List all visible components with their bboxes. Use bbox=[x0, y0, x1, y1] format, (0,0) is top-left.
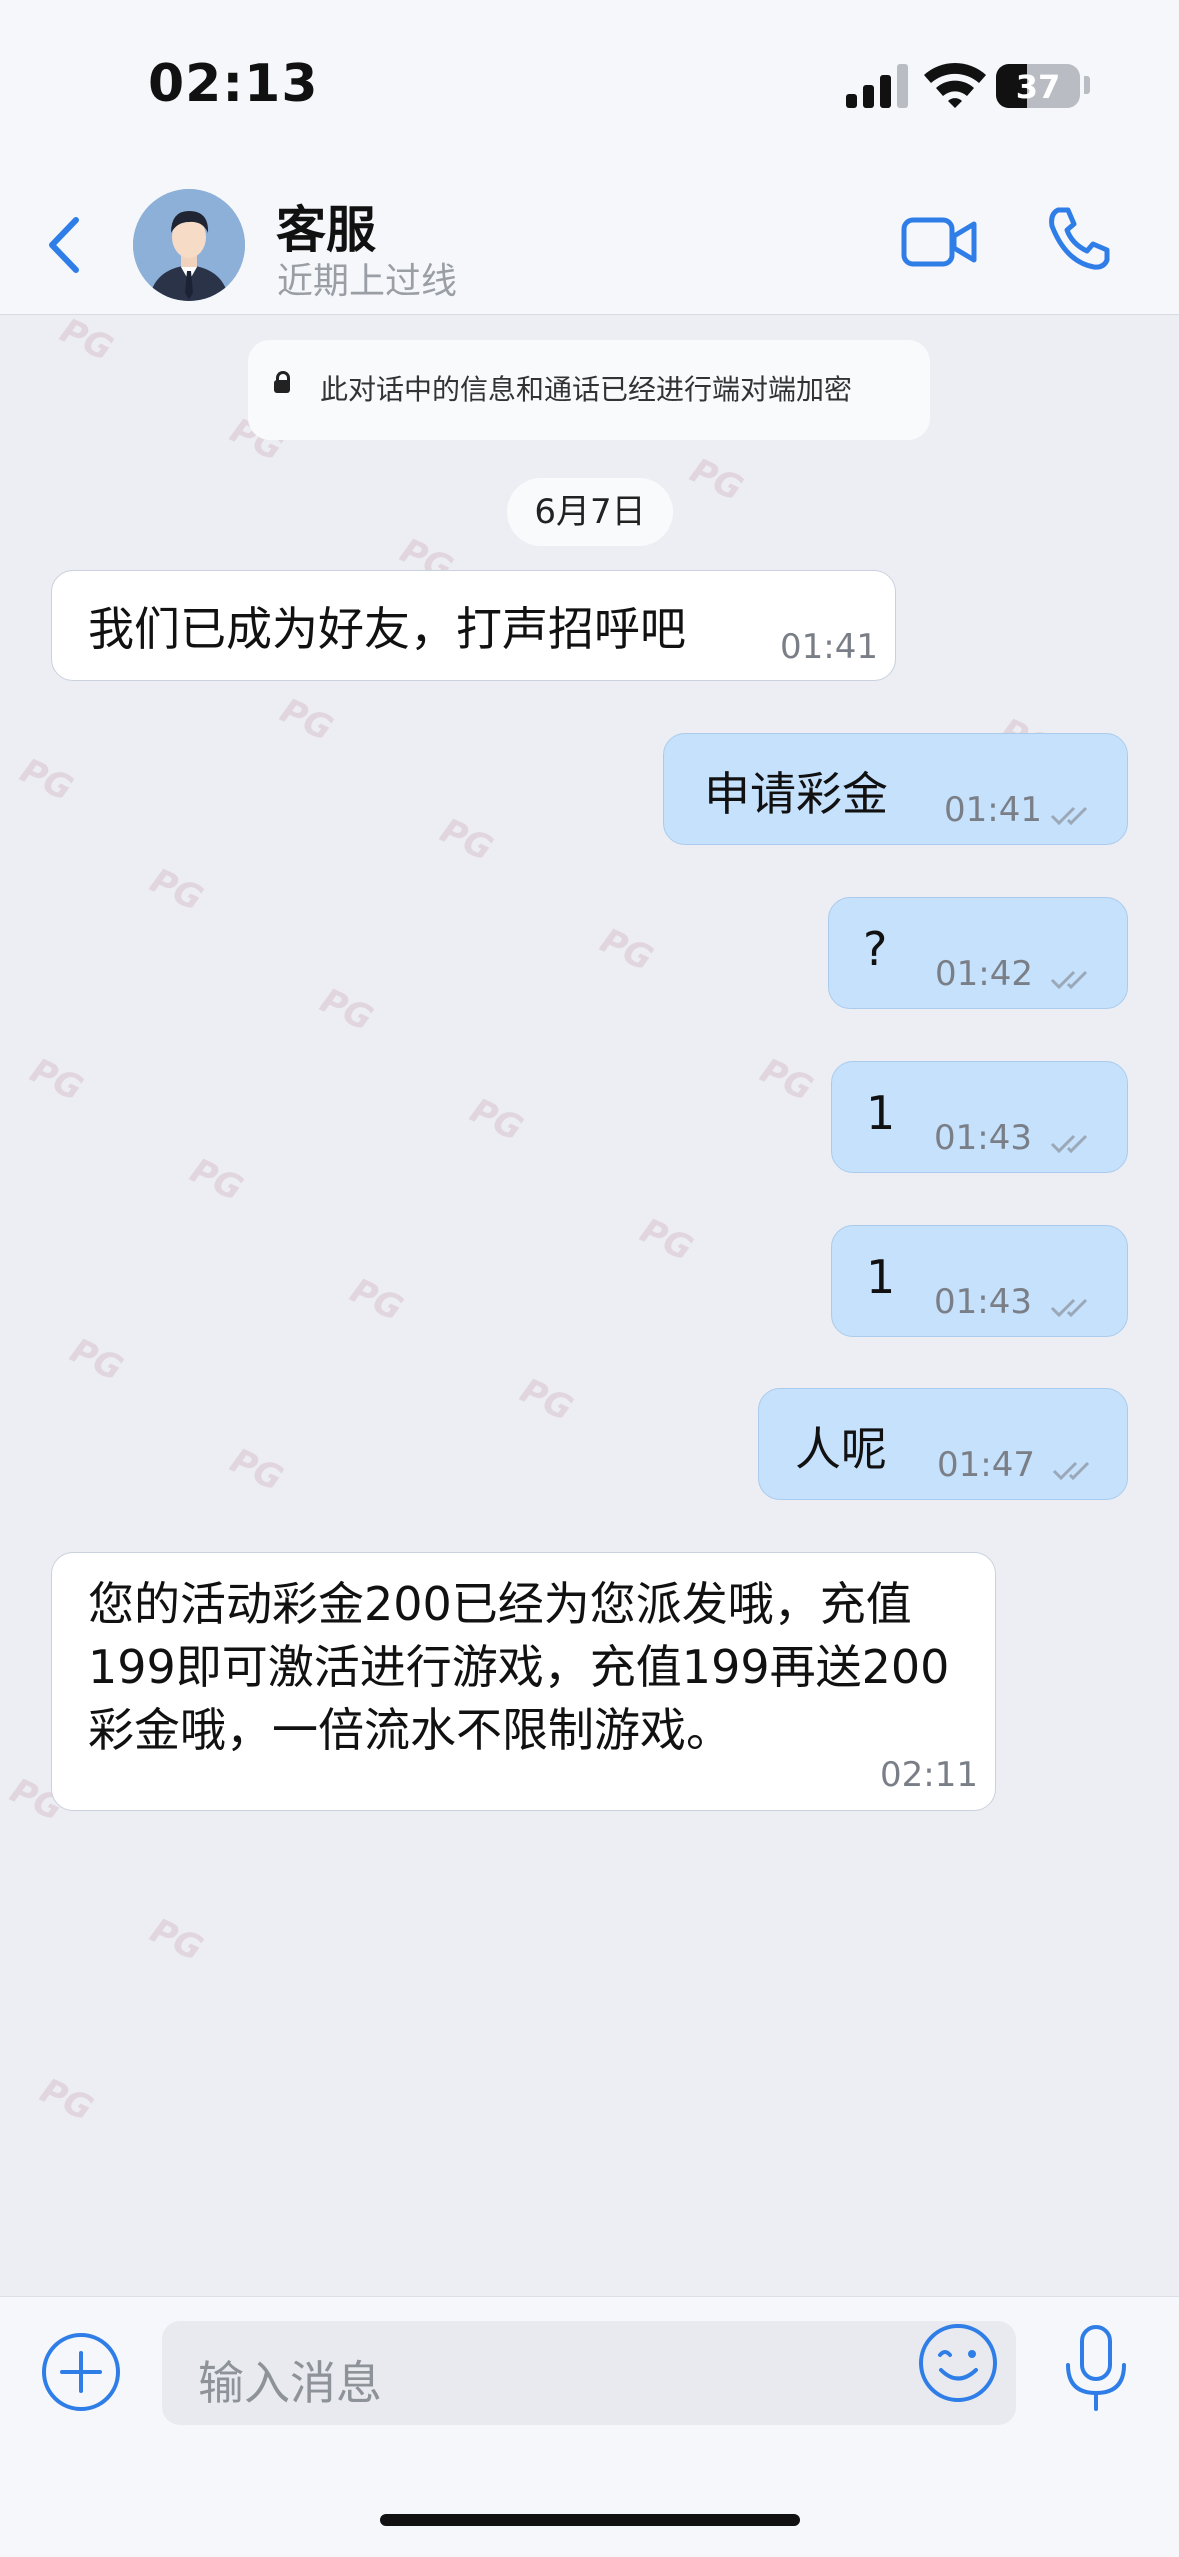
avatar-person-icon bbox=[133, 189, 245, 301]
message-time: 01:41 bbox=[780, 627, 878, 667]
read-receipt-icon bbox=[1052, 1461, 1090, 1481]
read-receipt-icon bbox=[1050, 1134, 1088, 1154]
message-text: ? bbox=[863, 922, 888, 976]
message-text: 申请彩金 bbox=[704, 767, 888, 821]
message-bubble-outgoing[interactable]: 1 01:43 bbox=[831, 1061, 1128, 1173]
watermark: PG bbox=[594, 920, 659, 980]
message-text: 您的活动彩金200已经为您派发哦，充值199即可激活进行游戏，充值199再送20… bbox=[88, 1577, 950, 1757]
status-time: 02:13 bbox=[148, 54, 319, 114]
chat-header: 客服 近期上过线 bbox=[0, 170, 1179, 315]
watermark: PG bbox=[144, 860, 209, 920]
read-receipt-icon bbox=[1050, 806, 1088, 826]
read-receipt-icon bbox=[1050, 970, 1088, 990]
battery-icon: 37 bbox=[996, 64, 1080, 108]
watermark: PG bbox=[464, 1090, 529, 1150]
encryption-notice: 此对话中的信息和通话已经进行端对端加密 bbox=[248, 340, 930, 440]
status-bar: 02:13 37 bbox=[0, 0, 1179, 170]
encryption-notice-text: 此对话中的信息和通话已经进行端对端加密 bbox=[320, 373, 853, 406]
read-receipt-icon bbox=[1050, 1298, 1088, 1318]
emoji-icon[interactable] bbox=[916, 2321, 1000, 2405]
contact-status: 近期上过线 bbox=[277, 261, 458, 302]
watermark: PG bbox=[434, 810, 499, 870]
video-call-icon[interactable] bbox=[900, 212, 980, 272]
contact-avatar[interactable] bbox=[133, 189, 245, 301]
watermark: PG bbox=[144, 1910, 209, 1970]
watermark: PG bbox=[24, 1050, 89, 1110]
watermark: PG bbox=[224, 1440, 289, 1500]
message-time: 01:43 bbox=[934, 1282, 1032, 1322]
date-separator: 6月7日 bbox=[507, 478, 673, 546]
message-time: 02:11 bbox=[880, 1755, 978, 1795]
phone-call-icon[interactable] bbox=[1044, 204, 1114, 274]
message-bubble-outgoing[interactable]: 人呢 01:47 bbox=[758, 1388, 1128, 1500]
message-bubble-incoming[interactable]: 您的活动彩金200已经为您派发哦，充值199即可激活进行游戏，充值199再送20… bbox=[51, 1552, 996, 1811]
message-bubble-outgoing[interactable]: ? 01:42 bbox=[828, 897, 1128, 1009]
watermark: PG bbox=[684, 450, 749, 510]
message-text: 1 bbox=[866, 1250, 896, 1304]
watermark: PG bbox=[54, 310, 119, 370]
wifi-icon bbox=[924, 62, 986, 108]
message-text: 人呢 bbox=[795, 1422, 887, 1476]
watermark: PG bbox=[754, 1050, 819, 1110]
watermark: PG bbox=[34, 2070, 99, 2130]
watermark: PG bbox=[314, 980, 379, 1040]
message-bubble-outgoing[interactable]: 申请彩金 01:41 bbox=[663, 733, 1128, 845]
watermark: PG bbox=[344, 1270, 409, 1330]
cellular-signal-icon bbox=[846, 64, 908, 108]
watermark: PG bbox=[274, 690, 339, 750]
message-time: 01:41 bbox=[944, 790, 1042, 830]
watermark: PG bbox=[64, 1330, 129, 1390]
message-input-placeholder: 输入消息 bbox=[198, 2356, 382, 2410]
message-time: 01:47 bbox=[937, 1445, 1035, 1485]
battery-tip bbox=[1084, 76, 1090, 94]
plus-circle-icon[interactable] bbox=[40, 2331, 122, 2413]
watermark: PG bbox=[514, 1370, 579, 1430]
message-time: 01:43 bbox=[934, 1118, 1032, 1158]
message-bubble-incoming[interactable]: 我们已成为好友，打声招呼吧 01:41 bbox=[51, 570, 896, 681]
home-indicator[interactable] bbox=[380, 2514, 800, 2526]
lock-icon bbox=[274, 371, 290, 393]
watermark: PG bbox=[634, 1210, 699, 1270]
message-text: 1 bbox=[866, 1086, 896, 1140]
back-chevron-icon[interactable] bbox=[40, 210, 90, 280]
message-input[interactable]: 输入消息 bbox=[162, 2321, 1016, 2425]
message-text: 我们已成为好友，打声招呼吧 bbox=[88, 602, 686, 656]
message-time: 01:42 bbox=[935, 954, 1033, 994]
microphone-icon[interactable] bbox=[1060, 2323, 1132, 2415]
watermark: PG bbox=[14, 750, 79, 810]
watermark: PG bbox=[184, 1150, 249, 1210]
message-bubble-outgoing[interactable]: 1 01:43 bbox=[831, 1225, 1128, 1337]
battery-percent: 37 bbox=[1015, 68, 1061, 106]
